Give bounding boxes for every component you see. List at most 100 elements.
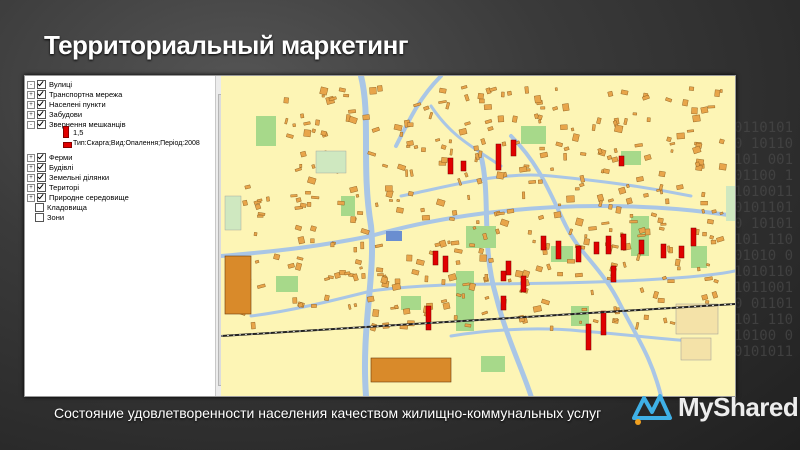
building bbox=[554, 87, 558, 91]
building bbox=[663, 317, 668, 324]
building bbox=[719, 89, 723, 93]
building bbox=[499, 218, 510, 227]
building bbox=[667, 279, 675, 284]
layer-checkbox[interactable] bbox=[37, 120, 46, 129]
pond bbox=[386, 231, 402, 241]
building bbox=[557, 271, 563, 277]
building bbox=[323, 294, 330, 302]
expand-icon[interactable]: + bbox=[27, 183, 35, 192]
building bbox=[639, 287, 645, 293]
building bbox=[478, 247, 484, 254]
expand-icon[interactable]: + bbox=[27, 193, 35, 202]
building bbox=[295, 197, 302, 203]
building bbox=[481, 310, 489, 316]
building bbox=[472, 226, 477, 230]
layer-checkbox[interactable] bbox=[37, 80, 46, 89]
building bbox=[420, 207, 425, 213]
building bbox=[284, 117, 289, 125]
expand-icon[interactable] bbox=[27, 205, 33, 211]
layer-label: Кладовища bbox=[47, 203, 87, 212]
building bbox=[643, 154, 652, 161]
expand-icon[interactable]: + bbox=[27, 100, 35, 109]
collapse-icon[interactable]: - bbox=[27, 80, 35, 89]
layer-checkbox[interactable] bbox=[37, 163, 46, 172]
layer-checkbox[interactable] bbox=[37, 193, 46, 202]
layer-checkbox[interactable] bbox=[37, 183, 46, 192]
complaint-bar bbox=[618, 155, 625, 167]
building bbox=[629, 214, 634, 218]
building bbox=[445, 101, 451, 110]
field bbox=[726, 186, 735, 221]
building bbox=[287, 262, 295, 269]
building bbox=[314, 119, 320, 126]
expand-icon[interactable]: + bbox=[27, 90, 35, 99]
layer-checkbox[interactable] bbox=[37, 90, 46, 99]
layer-checkbox[interactable] bbox=[37, 153, 46, 162]
building bbox=[608, 204, 613, 210]
building bbox=[409, 169, 414, 177]
building bbox=[424, 275, 429, 283]
building bbox=[294, 262, 303, 271]
building bbox=[448, 139, 452, 144]
building bbox=[718, 138, 725, 145]
expand-icon[interactable]: + bbox=[27, 110, 35, 119]
map-canvas[interactable] bbox=[221, 76, 735, 396]
layer-label: Вулиці bbox=[49, 80, 73, 89]
building bbox=[254, 259, 260, 264]
building bbox=[479, 98, 485, 104]
road bbox=[429, 104, 503, 168]
expand-icon[interactable]: + bbox=[27, 173, 35, 182]
building bbox=[455, 260, 461, 265]
layer-label: Природне середовище bbox=[49, 193, 129, 202]
layer-checkbox[interactable] bbox=[37, 110, 46, 119]
building bbox=[423, 105, 430, 111]
expand-icon[interactable] bbox=[27, 215, 33, 221]
building bbox=[657, 217, 664, 224]
building bbox=[718, 163, 727, 171]
building bbox=[374, 202, 379, 208]
building bbox=[477, 92, 485, 100]
layer-checkbox[interactable] bbox=[35, 213, 44, 222]
expand-icon[interactable]: + bbox=[27, 153, 35, 162]
building bbox=[484, 273, 488, 281]
building bbox=[567, 259, 575, 264]
layer-checkbox[interactable] bbox=[35, 203, 44, 212]
building bbox=[590, 289, 594, 296]
building bbox=[555, 141, 564, 148]
complaint-bar bbox=[555, 240, 562, 260]
field bbox=[224, 195, 242, 231]
layer-label: Зони bbox=[47, 213, 65, 222]
building bbox=[528, 179, 537, 185]
building bbox=[411, 268, 420, 276]
building bbox=[397, 163, 407, 171]
building bbox=[406, 144, 411, 148]
building bbox=[539, 146, 545, 151]
layer-checkbox[interactable] bbox=[37, 173, 46, 182]
building bbox=[350, 216, 357, 224]
building bbox=[479, 254, 487, 262]
building bbox=[421, 147, 426, 153]
building bbox=[692, 114, 701, 123]
building bbox=[537, 179, 543, 184]
building bbox=[348, 109, 357, 114]
collapse-icon[interactable]: - bbox=[27, 120, 35, 129]
building bbox=[473, 145, 479, 151]
building bbox=[407, 190, 414, 197]
building bbox=[608, 228, 613, 233]
layer-checkbox[interactable] bbox=[37, 100, 46, 109]
building bbox=[623, 117, 628, 126]
legend-bar-symbol bbox=[63, 126, 69, 138]
building bbox=[283, 97, 289, 104]
building bbox=[607, 90, 614, 97]
building bbox=[579, 320, 582, 324]
building bbox=[562, 103, 570, 112]
complaint-bar bbox=[432, 250, 439, 266]
building bbox=[501, 91, 505, 98]
building bbox=[674, 258, 681, 267]
expand-icon[interactable]: + bbox=[27, 163, 35, 172]
building bbox=[560, 124, 568, 130]
map-view[interactable] bbox=[221, 76, 735, 396]
layer-item[interactable]: Зони bbox=[27, 212, 64, 223]
building bbox=[441, 157, 448, 164]
building bbox=[650, 212, 658, 218]
